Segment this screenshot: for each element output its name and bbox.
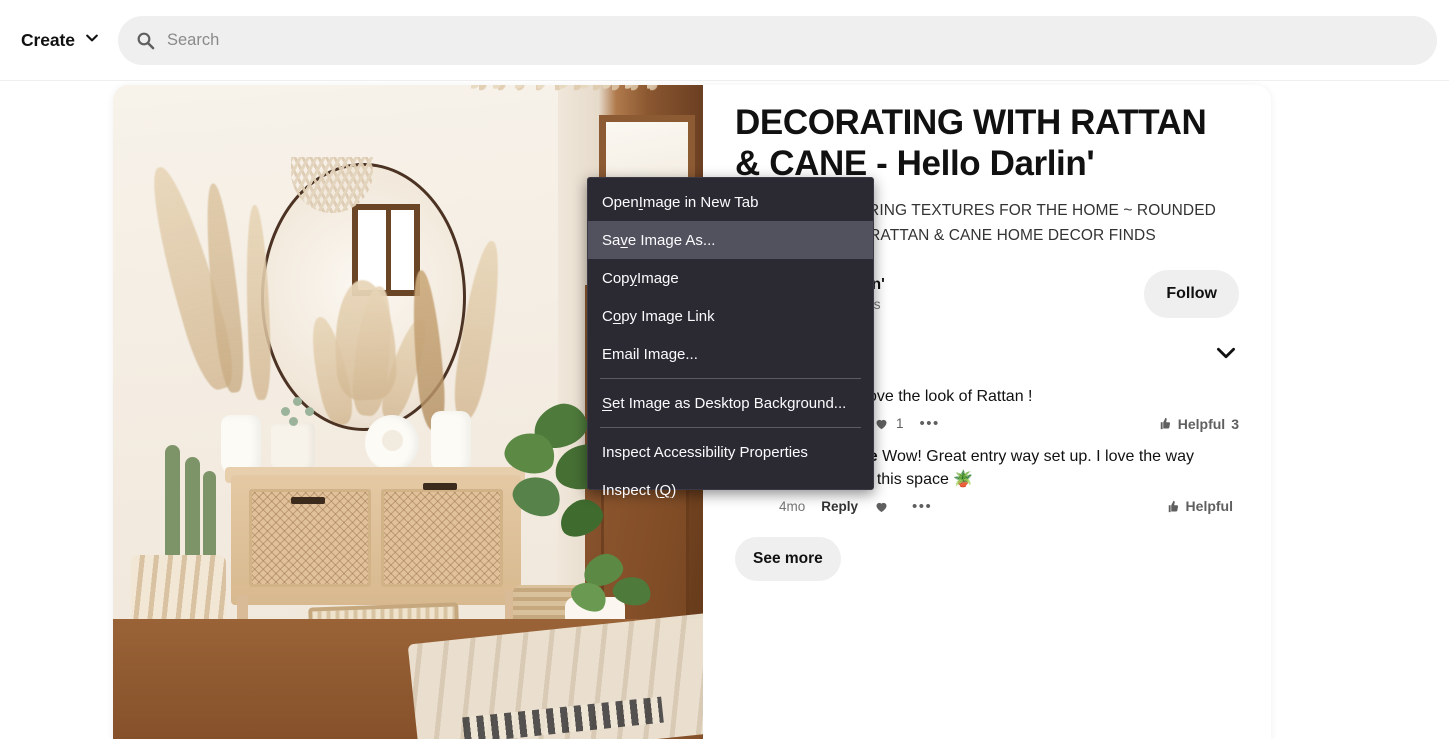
search-input[interactable]: [167, 31, 1367, 50]
create-button[interactable]: Create: [11, 22, 110, 59]
ellipsis-icon[interactable]: •••: [920, 415, 940, 432]
menu-separator: [600, 427, 861, 428]
menu-label-part: e Image As...: [627, 231, 716, 249]
helpful-button[interactable]: Helpful 3: [1157, 416, 1239, 432]
menu-label-part: e...: [677, 345, 698, 363]
photo-drawer-handle: [291, 497, 325, 504]
photo-cactus: [203, 471, 216, 561]
helpful-label: Helpful: [1185, 498, 1233, 515]
see-more-button[interactable]: See more: [735, 536, 841, 581]
like-count: 1: [896, 416, 904, 432]
create-button-label: Create: [21, 29, 75, 50]
photo-donut-vase: [365, 415, 419, 471]
menu-accel-key: Q: [659, 481, 672, 499]
menu-label-part: et Image as Desktop Background...: [612, 394, 847, 412]
helpful-count: 3: [1231, 415, 1239, 432]
menu-label-part: Image: [637, 269, 679, 287]
context-menu-item-set-desktop-background[interactable]: Set Image as Desktop Background...: [588, 384, 873, 422]
photo-cane-drawer: [381, 489, 503, 587]
context-menu-item-copy-image-link[interactable]: Co py Image Link: [588, 297, 873, 335]
photo-drawer-handle: [423, 483, 457, 490]
chevron-down-icon[interactable]: [1213, 340, 1239, 371]
browser-toolbar: Create: [0, 0, 1449, 81]
search-icon: [136, 31, 155, 50]
context-menu-item-copy-image[interactable]: Cop y Image: [588, 259, 873, 297]
comment-message: Love the look of Rattan !: [859, 388, 1033, 406]
photo-eucalyptus-leaf: [293, 397, 302, 406]
menu-label-part: Open: [602, 193, 639, 211]
photo-eucalyptus-leaf: [281, 407, 290, 416]
context-menu-item-inspect[interactable]: Inspect (Q): [588, 471, 873, 509]
photo-cactus: [165, 445, 180, 561]
photo-cactus: [185, 457, 200, 561]
thumbs-up-icon: [1160, 418, 1170, 430]
helpful-label: Helpful: [1177, 415, 1226, 432]
photo-beaded-chandelier: [471, 85, 661, 139]
browser-context-menu: Open Image in New Tab Sa v e Image As... C…: [587, 177, 874, 499]
context-menu-item-save-image-as[interactable]: Sa v e Image As...: [588, 221, 873, 259]
menu-label-part: C: [602, 307, 613, 325]
like-button[interactable]: 1: [874, 416, 904, 431]
menu-accel-key: o: [612, 307, 622, 325]
menu-accel-key: S: [602, 394, 613, 412]
follow-button[interactable]: Follow: [1144, 270, 1239, 319]
menu-label-part: py Image Link: [621, 307, 715, 325]
heart-icon: [876, 502, 887, 512]
menu-label-part: ): [671, 481, 677, 499]
like-button[interactable]: [874, 499, 896, 514]
menu-label-part: Cop: [602, 269, 630, 287]
photo-vase: [431, 411, 471, 475]
thumbs-up-icon: [1168, 500, 1178, 512]
menu-accel-key: y: [629, 269, 638, 287]
context-menu-item-inspect-accessibility[interactable]: Inspect Accessibility Properties: [588, 433, 873, 471]
menu-separator: [600, 378, 861, 379]
photo-eucalyptus-pot: [271, 423, 315, 471]
context-menu-item-open-image-new-tab[interactable]: Open Image in New Tab: [588, 183, 873, 221]
search-bar[interactable]: [118, 16, 1437, 65]
menu-accel-key: g: [668, 345, 678, 363]
menu-label-part: mage in New Tab: [642, 193, 759, 211]
menu-label-part: Sa: [602, 231, 621, 249]
pin-title: DECORATING WITH RATTAN & CANE - Hello Da…: [735, 103, 1207, 183]
context-menu-item-email-image[interactable]: Email Ima g e...: [588, 335, 873, 373]
ellipsis-icon[interactable]: •••: [912, 498, 932, 515]
chevron-down-icon: [84, 30, 100, 51]
menu-label-part: Inspect Accessibility Properties: [602, 443, 808, 461]
menu-label-part: Email Ima: [602, 345, 669, 363]
menu-label-part: Inspect (: [602, 481, 660, 499]
menu-accel-key: v: [620, 231, 628, 249]
photo-eucalyptus-leaf: [305, 407, 314, 416]
heart-icon: [876, 420, 887, 430]
helpful-button[interactable]: Helpful: [1165, 498, 1239, 514]
photo-eucalyptus-leaf: [289, 417, 298, 426]
